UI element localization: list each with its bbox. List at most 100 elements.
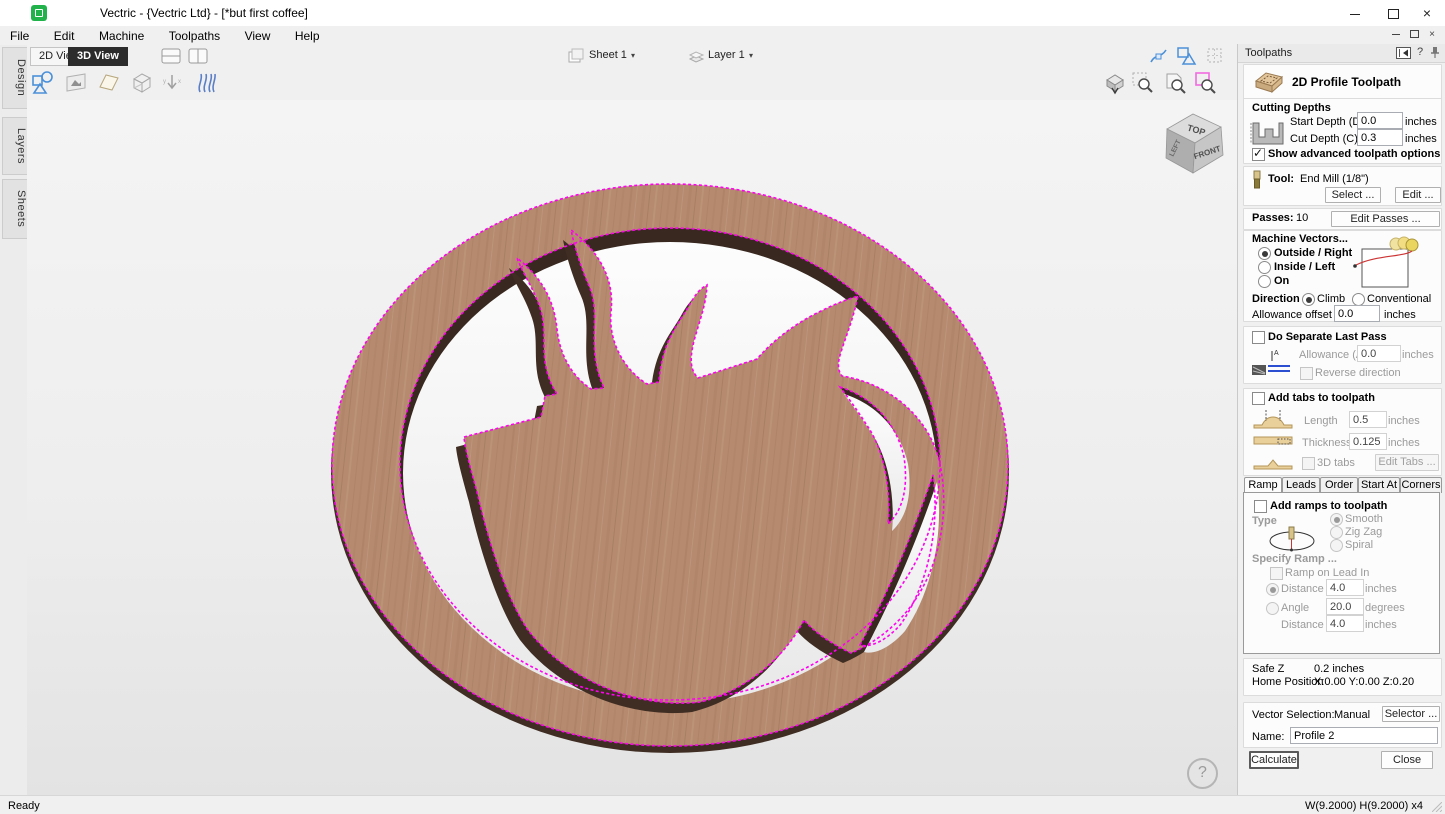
tab-3d-view[interactable]: 3D View — [68, 47, 128, 66]
ramp-angle-radio[interactable] — [1266, 602, 1279, 615]
start-depth-input[interactable] — [1357, 112, 1403, 129]
close-button[interactable]: × — [1410, 0, 1444, 26]
maximize-button[interactable] — [1376, 0, 1410, 26]
layer-icon — [688, 48, 706, 64]
wireframe-cube-icon[interactable] — [130, 71, 154, 95]
ramp-smooth-radio[interactable] — [1330, 513, 1343, 526]
app-icon — [31, 5, 47, 21]
menu-machine[interactable]: Machine — [89, 26, 154, 43]
toolpath-form-title: 2D Profile Toolpath — [1292, 75, 1401, 89]
menu-edit[interactable]: Edit — [44, 26, 85, 43]
section-passes: Passes: 10 Edit Passes ... — [1243, 208, 1442, 230]
set-origin-icon[interactable]: yx — [160, 71, 184, 95]
material-sheet-icon[interactable] — [97, 71, 121, 95]
menu-bar: File Edit Machine Toolpaths View Help — [0, 26, 1445, 45]
sidebar-tab-design[interactable]: Design — [2, 47, 27, 109]
split-vertical-icon[interactable] — [187, 47, 209, 65]
edit-tabs-button[interactable]: Edit Tabs ... — [1375, 454, 1439, 471]
calculate-button[interactable]: Calculate — [1249, 751, 1299, 769]
ramp-angle-label: Angle — [1281, 602, 1309, 615]
edit-passes-button[interactable]: Edit Passes ... — [1331, 211, 1440, 227]
tab-order[interactable]: Order — [1320, 477, 1358, 493]
reverse-direction-checkbox[interactable] — [1300, 367, 1313, 380]
help-button[interactable]: ? — [1187, 758, 1218, 789]
ramp-angle-input[interactable] — [1326, 598, 1364, 615]
climb-radio[interactable] — [1302, 293, 1315, 306]
panel-help-icon[interactable]: ? — [1417, 46, 1423, 58]
tab-thickness-input[interactable] — [1349, 433, 1387, 450]
ramp-smooth-label: Smooth — [1345, 513, 1383, 526]
menu-help[interactable]: Help — [285, 26, 330, 43]
mdi-close-button[interactable]: × — [1424, 28, 1440, 42]
3d-tabs-checkbox[interactable] — [1302, 457, 1315, 470]
design-canvas[interactable]: TOP LEFT FRONT ? — [27, 100, 1237, 795]
advanced-options-checkbox[interactable] — [1252, 148, 1265, 161]
section-cutting-depths: Cutting Depths Start Depth (D) inches Cu… — [1243, 98, 1442, 164]
ramp-lead-in-checkbox[interactable] — [1270, 567, 1283, 580]
collapse-panel-icon[interactable] — [1396, 47, 1411, 59]
layer-dropdown-icon[interactable]: ▾ — [749, 51, 753, 60]
snap-grid-icon[interactable] — [1204, 46, 1226, 66]
menu-file[interactable]: File — [0, 26, 39, 43]
allowance-offset-input[interactable] — [1334, 305, 1380, 322]
last-pass-allowance-input[interactable] — [1357, 345, 1401, 362]
minimize-button[interactable] — [1338, 0, 1372, 26]
tab-thickness-icon — [1252, 431, 1294, 449]
bitmap-icon[interactable] — [64, 71, 88, 95]
view-cube[interactable]: TOP LEFT FRONT — [1153, 103, 1233, 183]
sidebar-tab-sheets[interactable]: Sheets — [2, 179, 27, 239]
ramp-zigzag-radio[interactable] — [1330, 526, 1343, 539]
on-radio[interactable] — [1258, 275, 1271, 288]
ramp-distance2-input[interactable] — [1326, 615, 1364, 632]
tool-edit-button[interactable]: Edit ... — [1395, 187, 1441, 203]
zoom-selected-icon[interactable] — [1193, 71, 1217, 95]
section-tool: Tool: End Mill (1/8") Select ... Edit ..… — [1243, 166, 1442, 206]
pin-panel-icon[interactable] — [1430, 46, 1440, 59]
tab-corners[interactable]: Corners — [1400, 477, 1442, 493]
mdi-restore-button[interactable] — [1406, 28, 1422, 42]
cut-depth-input[interactable] — [1357, 129, 1403, 146]
mdi-minimize-button[interactable] — [1388, 28, 1404, 42]
last-pass-icon: A — [1250, 347, 1292, 377]
snap-shapes-icon[interactable] — [1175, 46, 1199, 66]
tab-leads[interactable]: Leads — [1282, 477, 1320, 493]
machine-vectors-diagram — [1344, 235, 1436, 289]
split-horizontal-icon[interactable] — [160, 47, 182, 65]
advanced-options-label: Show advanced toolpath options — [1268, 148, 1440, 161]
wood-grain-icon[interactable] — [194, 71, 218, 95]
outside-right-radio[interactable] — [1258, 247, 1271, 260]
add-ramps-checkbox[interactable] — [1254, 500, 1267, 513]
ramp-spiral-radio[interactable] — [1330, 539, 1343, 552]
name-label: Name: — [1252, 731, 1284, 744]
layer-selector[interactable]: Layer 1 — [708, 49, 745, 61]
inside-left-radio[interactable] — [1258, 261, 1271, 274]
menu-toolpaths[interactable]: Toolpaths — [159, 26, 230, 43]
close-panel-button[interactable]: Close — [1381, 751, 1433, 769]
sidebar-tab-layers[interactable]: Layers — [2, 117, 27, 175]
tool-select-button[interactable]: Select ... — [1325, 187, 1381, 203]
ramp-distance-input[interactable] — [1326, 579, 1364, 596]
sheet-dropdown-icon[interactable]: ▾ — [631, 51, 635, 60]
tab-start-at[interactable]: Start At — [1358, 477, 1400, 493]
tab-length-input[interactable] — [1349, 411, 1387, 428]
toolpath-name-input[interactable] — [1290, 727, 1438, 744]
vectric-app-window: { "window": { "title": "Vectric - {Vectr… — [0, 0, 1445, 813]
section-vector-selection: Vector Selection: Manual Selector ... Na… — [1243, 702, 1442, 748]
snap-geometry-icon[interactable] — [1148, 46, 1170, 66]
selector-button[interactable]: Selector ... — [1382, 706, 1440, 722]
sheet-selector[interactable]: Sheet 1 — [589, 49, 627, 61]
add-tabs-checkbox[interactable] — [1252, 392, 1265, 405]
select-objects-icon[interactable] — [31, 71, 55, 95]
ramp-angle-units: degrees — [1365, 602, 1405, 615]
last-pass-checkbox[interactable] — [1252, 331, 1265, 344]
isometric-view-icon[interactable] — [1103, 71, 1127, 95]
zoom-box-icon[interactable] — [1131, 71, 1155, 95]
resize-grip[interactable] — [1432, 802, 1442, 812]
view-toolbar: 2D View 3D View Sheet 1 ▾ Layer 1 ▾ — [27, 45, 1237, 69]
add-tabs-label: Add tabs to toolpath — [1268, 392, 1375, 405]
menu-view[interactable]: View — [235, 26, 281, 43]
cutting-depths-label: Cutting Depths — [1252, 102, 1331, 115]
ramp-distance-radio[interactable] — [1266, 583, 1279, 596]
safe-z-label: Safe Z — [1252, 663, 1284, 676]
zoom-drawing-icon[interactable] — [1163, 71, 1187, 95]
